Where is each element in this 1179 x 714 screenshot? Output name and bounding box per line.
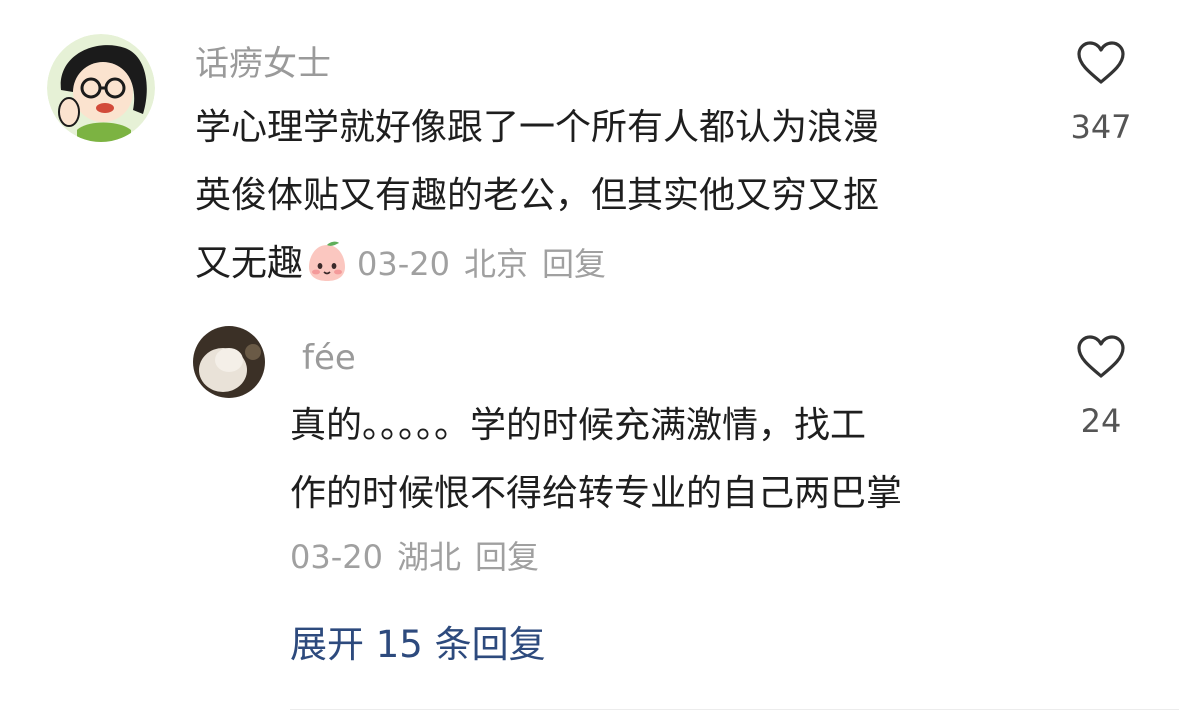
comment-username[interactable]: 话痨女士 <box>195 44 331 84</box>
comment-like-count: 347 <box>1070 108 1132 146</box>
reply-location: 湖北 <box>396 538 461 576</box>
heart-icon <box>1075 41 1127 90</box>
avatar[interactable] <box>47 34 155 142</box>
comment-text: 学心理学就好像跟了一个所有人都认为浪漫 英俊体贴又有趣的老公，但其实他又穷又抠 … <box>195 94 879 298</box>
reply-like-button[interactable]: 24 <box>1056 334 1146 440</box>
comment-reply-button[interactable]: 回复 <box>542 245 606 283</box>
reply-like-count: 24 <box>1080 402 1122 440</box>
divider <box>290 709 1179 710</box>
expand-replies-link[interactable]: 展开 15 条回复 <box>290 614 546 668</box>
reply-username[interactable]: fée <box>302 338 356 378</box>
reply-text: 真的。。。。。学的时候充满激情，找工 作的时候恨不得给转专业的自己两巴掌 <box>290 392 902 528</box>
heart-icon <box>1075 335 1127 384</box>
reply-avatar[interactable] <box>193 326 265 398</box>
reply-line: 真的。。。。。学的时候充满激情，找工 <box>290 405 867 446</box>
comment-line: 学心理学就好像跟了一个所有人都认为浪漫 <box>195 107 880 148</box>
comment-meta: 03-20 北京 回复 <box>357 245 620 283</box>
reply-date: 03-20 <box>290 538 383 576</box>
comment-date: 03-20 <box>357 245 450 283</box>
comment-location: 北京 <box>464 245 529 283</box>
reply-line: 作的时候恨不得给转专业的自己两巴掌 <box>290 473 903 514</box>
peach-face-emoji-icon <box>305 238 349 282</box>
comment-line-last: 又无趣 03-20 北京 回复 <box>195 230 879 298</box>
comment-like-button[interactable]: 347 <box>1056 40 1146 146</box>
reply-meta: 03-20 湖北 回复 <box>290 537 553 577</box>
reply-reply-button[interactable]: 回复 <box>475 538 539 576</box>
comment-line-text: 又无趣 <box>195 243 304 284</box>
comment-line: 英俊体贴又有趣的老公，但其实他又穷又抠 <box>195 175 880 216</box>
